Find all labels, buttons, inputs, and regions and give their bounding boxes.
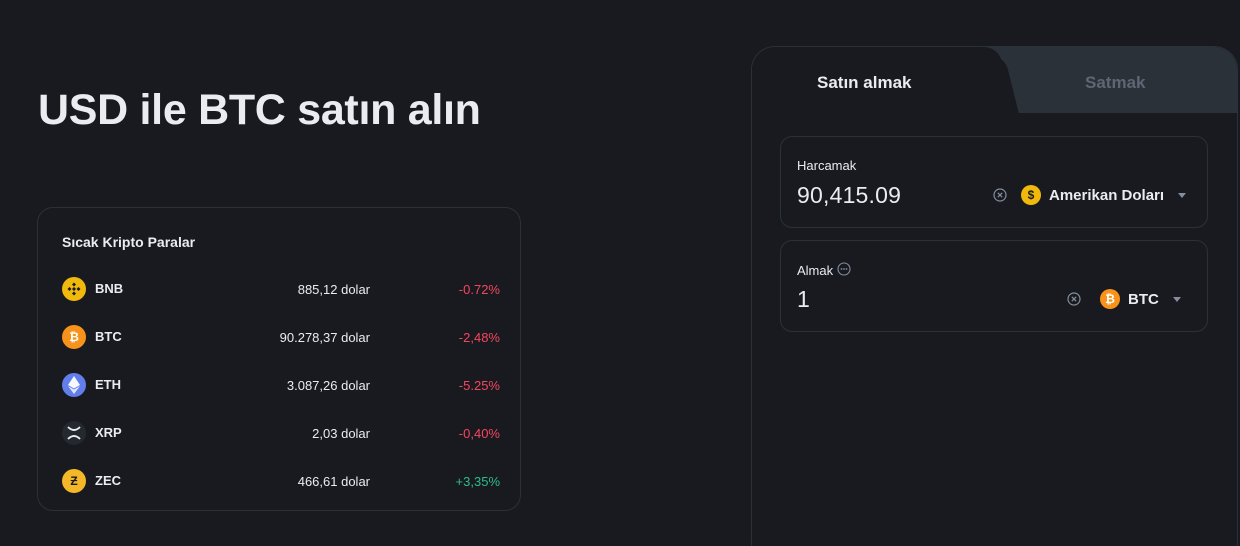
coin-symbol: ETH: [95, 377, 121, 392]
xrp-icon: [62, 421, 86, 445]
coin-price: 466,61 dolar: [297, 474, 370, 489]
spend-label-text: Harcamak: [797, 158, 857, 173]
spend-label: Harcamak: [797, 158, 856, 173]
clear-icon[interactable]: [1067, 292, 1081, 306]
info-icon[interactable]: [837, 262, 851, 279]
coin-price: 90.278,37 dolar: [279, 330, 370, 345]
tab-buy-label[interactable]: Satın almak: [817, 73, 912, 93]
coin-change: -0,40%: [458, 426, 500, 441]
spend-amount-input[interactable]: 90,415.09: [797, 182, 901, 209]
btc-icon: ₿: [1100, 289, 1120, 309]
coin-row-xrp[interactable]: XRP 2,03 dolar -0,40%: [62, 420, 500, 446]
coin-change: +3,35%: [455, 474, 500, 489]
coin-row-zec[interactable]: Ƶ ZEC 466,61 dolar +3,35%: [62, 468, 500, 494]
hot-cryptos-title: Sıcak Kripto Paralar: [62, 234, 196, 250]
coin-symbol: BNB: [95, 281, 124, 296]
tab-sell-label[interactable]: Satmak: [1085, 73, 1145, 93]
coin-symbol: XRP: [95, 425, 122, 440]
coin-symbol: BTC: [95, 329, 122, 344]
receive-amount-input[interactable]: 1: [797, 286, 810, 313]
coin-price: 3.087,26 dolar: [286, 378, 370, 393]
receive-currency-select[interactable]: ₿ BTC: [1100, 288, 1181, 310]
receive-currency-name: BTC: [1128, 290, 1159, 308]
hot-cryptos-card: Sıcak Kripto Paralar BNB 885,12 dolar -0…: [37, 207, 521, 511]
spend-currency-name: Amerikan Doları: [1049, 186, 1165, 204]
coin-price: 2,03 dolar: [312, 426, 370, 441]
trade-panel: Satın almak Satmak Harcamak 90,415.09 $ …: [751, 46, 1238, 546]
coin-price: 885,12 dolar: [297, 282, 370, 297]
page: USD ile BTC satın alın Sıcak Kripto Para…: [0, 0, 1240, 546]
coin-row-eth[interactable]: ETH 3.087,26 dolar -5.25%: [62, 372, 500, 398]
eth-icon: [62, 373, 86, 397]
receive-field[interactable]: Almak 1 ₿ BTC: [780, 240, 1208, 332]
spend-field[interactable]: Harcamak 90,415.09 $ Amerikan Doları: [780, 136, 1208, 228]
chevron-down-icon: [1178, 192, 1187, 198]
coin-change: -0.72%: [458, 282, 500, 297]
coin-change: -5.25%: [458, 378, 500, 393]
coin-symbol: ZEC: [95, 473, 121, 488]
page-title: USD ile BTC satın alın: [38, 86, 481, 134]
coin-row-btc[interactable]: ₿ BTC 90.278,37 dolar -2,48%: [62, 324, 500, 350]
bnb-icon: [62, 277, 86, 301]
receive-label-text: Almak: [797, 263, 834, 278]
receive-label: Almak: [797, 262, 851, 279]
zec-icon: Ƶ: [62, 469, 86, 493]
coin-change: -2,48%: [458, 330, 500, 345]
clear-icon[interactable]: [993, 188, 1007, 202]
btc-icon: ₿: [62, 325, 86, 349]
dollar-coin-icon: $: [1021, 185, 1041, 205]
chevron-down-icon: [1172, 296, 1181, 302]
coin-row-bnb[interactable]: BNB 885,12 dolar -0.72%: [62, 276, 500, 302]
spend-currency-select[interactable]: $ Amerikan Doları: [1021, 184, 1187, 206]
